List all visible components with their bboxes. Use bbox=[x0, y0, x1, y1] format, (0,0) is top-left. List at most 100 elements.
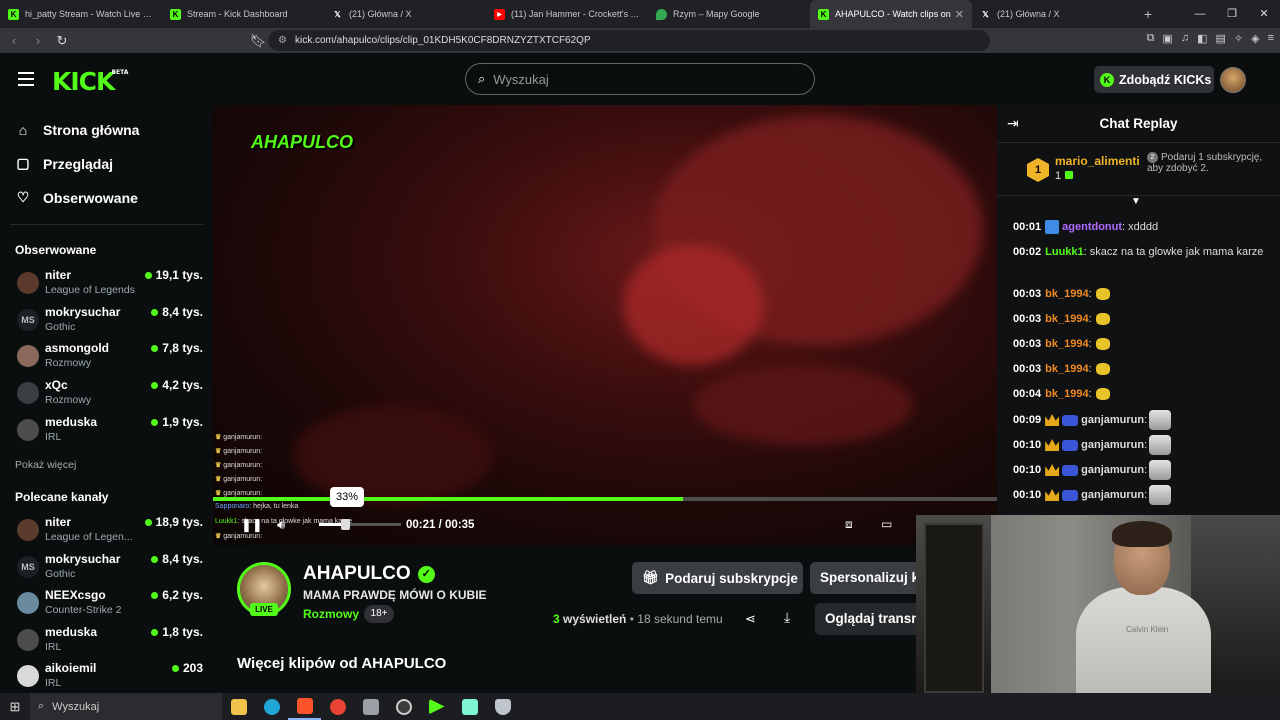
webcam-overlay: Calvin Klein bbox=[916, 515, 1280, 693]
viewer-count: 4,2 tys. bbox=[151, 378, 203, 392]
bookmark-icon[interactable]: 🔖︎ bbox=[248, 33, 268, 49]
followed-channel[interactable]: niter League of Legends 19,1 tys. bbox=[15, 268, 203, 302]
browser-tab[interactable]: Khi_patty Stream - Watch Live on Kick bbox=[0, 0, 162, 28]
browser-tab[interactable]: ▶(11) Jan Hammer - Crockett's Theme bbox=[486, 0, 648, 28]
site-header: KICK BETA ⌕ Wyszukaj K Zdobądź KICKs bbox=[0, 53, 1280, 105]
file-explorer-icon[interactable] bbox=[222, 693, 255, 720]
get-kicks-button[interactable]: K Zdobądź KICKs bbox=[1094, 66, 1214, 93]
followed-channel[interactable]: MS mokrysuchar Gothic 8,4 tys. bbox=[15, 305, 203, 339]
forward-icon[interactable]: › bbox=[28, 33, 48, 48]
watch-stream-button[interactable]: Oglądaj transm bbox=[815, 603, 916, 635]
live-dot-icon bbox=[171, 664, 179, 672]
browser-tab[interactable]: 𝕏 (21) Główna / X bbox=[324, 0, 486, 28]
heart-icon: ♡ bbox=[16, 189, 30, 205]
personalize-button[interactable]: Spersonalizuj k bbox=[810, 562, 916, 594]
viewer-count: 18,9 tys. bbox=[144, 515, 203, 529]
site-info-icon[interactable]: ⚙ bbox=[278, 35, 287, 46]
user-avatar[interactable] bbox=[1220, 67, 1246, 93]
recommended-channel[interactable]: niter League of Legen... 18,9 tys. bbox=[15, 515, 203, 549]
clip-views: 3 wyświetleń • 18 sekund temu bbox=[553, 612, 723, 626]
category-link[interactable]: Rozmowy bbox=[303, 607, 359, 621]
overlay-chat-line: ♛ ganjamurun: bbox=[215, 533, 263, 540]
kick-favicon-icon: K bbox=[818, 8, 829, 20]
browser-tab[interactable]: Rzym – Mapy Google bbox=[648, 0, 810, 28]
search-input[interactable]: ⌕ Wyszukaj bbox=[465, 63, 815, 95]
video-player[interactable]: AHAPULCO ♛ ganjamurun: ♛ ganjamurun: ♛ g… bbox=[213, 105, 997, 545]
hamburger-menu-icon[interactable] bbox=[18, 72, 34, 90]
live-dot-icon bbox=[144, 518, 152, 526]
expand-chevron-icon[interactable]: ▼ bbox=[1131, 196, 1141, 207]
search-icon: ⌕ bbox=[38, 700, 45, 712]
nav-browse[interactable]: ▢ Przeglądaj bbox=[15, 155, 113, 172]
screenshot-icon[interactable]: ▣ bbox=[1162, 32, 1172, 45]
followed-channel[interactable]: meduska IRL 1,9 tys. bbox=[15, 415, 203, 449]
brave-icon[interactable] bbox=[288, 693, 321, 720]
shield-app-icon[interactable] bbox=[486, 693, 519, 720]
video-frame-detail bbox=[293, 405, 493, 505]
streamlabs-icon[interactable] bbox=[453, 693, 486, 720]
sidebar-icon[interactable]: ◧ bbox=[1197, 32, 1207, 45]
browser-tab-active[interactable]: K AHAPULCO - Watch clips on ✕ bbox=[810, 0, 972, 28]
volume-slider[interactable] bbox=[319, 523, 401, 526]
url-field[interactable]: ⚙ kick.com/ahapulco/clips/clip_01KDH5K0C… bbox=[268, 30, 990, 51]
subscriber-badge-icon bbox=[1062, 439, 1079, 451]
browser-toolbar: ⧉ ▣ ♫ ◧ ▤ ✧ ◈ ≡ bbox=[1147, 32, 1274, 45]
subscriber-badge-icon bbox=[1062, 414, 1079, 426]
volume-slider-handle[interactable] bbox=[341, 519, 350, 530]
more-clips-heading: Więcej klipów od AHAPULCO bbox=[237, 655, 447, 672]
followed-channel[interactable]: asmongold Rozmowy 7,8 tys. bbox=[15, 341, 203, 375]
music-icon[interactable]: ♫ bbox=[1181, 32, 1189, 45]
restore-icon[interactable]: ❐ bbox=[1216, 0, 1248, 28]
show-more-link[interactable]: Pokaż więcej bbox=[15, 459, 76, 471]
recommended-channel[interactable]: meduska IRL 1,8 tys. bbox=[15, 625, 203, 659]
crown-badge-icon bbox=[1045, 439, 1060, 451]
kick-app-icon[interactable] bbox=[420, 693, 453, 720]
volume-icon[interactable]: 🔊︎ bbox=[277, 517, 285, 533]
maps-favicon-icon bbox=[656, 8, 667, 20]
browser-tab[interactable]: 𝕏 (21) Główna / X bbox=[972, 0, 1134, 28]
leader-username[interactable]: mario_alimenti bbox=[1055, 154, 1140, 168]
stream-watermark: AHAPULCO bbox=[251, 132, 353, 152]
chrome-icon[interactable] bbox=[321, 693, 354, 720]
kick-logo[interactable]: KICK BETA bbox=[52, 67, 128, 96]
vpn-icon[interactable]: ◈ bbox=[1251, 32, 1259, 45]
wallet-icon[interactable]: ▤ bbox=[1215, 32, 1225, 45]
gift-subscription-button[interactable]: 🎁︎ Podaruj subskrypcje bbox=[632, 562, 803, 594]
viewer-count: 8,4 tys. bbox=[151, 305, 203, 319]
channel-name[interactable]: AHAPULCO ✓ bbox=[303, 563, 435, 585]
back-icon[interactable]: ‹ bbox=[4, 33, 24, 48]
menu-icon[interactable]: ≡ bbox=[1268, 32, 1274, 45]
nav-home[interactable]: ⌂ Strona główna bbox=[15, 122, 140, 138]
emote-icon bbox=[1095, 313, 1110, 326]
app-icon[interactable] bbox=[354, 693, 387, 720]
address-bar-row: ‹ › ↻ 🔖︎ ⚙ kick.com/ahapulco/clips/clip_… bbox=[0, 28, 1280, 53]
webcam-person: Calvin Klein bbox=[1066, 521, 1216, 693]
recommended-channel[interactable]: aikoiemil IRL 203 bbox=[15, 661, 203, 695]
followed-channel[interactable]: xQc Rozmowy 4,2 tys. bbox=[15, 378, 203, 412]
reload-icon[interactable]: ↻ bbox=[52, 33, 72, 49]
recommended-channel[interactable]: NEEXcsgo Counter-Strike 2 6,2 tys. bbox=[15, 588, 203, 622]
chat-header: ⇥ Chat Replay bbox=[997, 105, 1280, 143]
edge-icon[interactable] bbox=[255, 693, 288, 720]
extensions-icon[interactable]: ⧉ bbox=[1147, 32, 1155, 45]
recommended-channel[interactable]: MS mokrysuchar Gothic 8,4 tys. bbox=[15, 552, 203, 586]
browser-tab[interactable]: K Stream - Kick Dashboard bbox=[162, 0, 324, 28]
obs-icon[interactable] bbox=[387, 693, 420, 720]
windows-start-icon[interactable]: ⊞ bbox=[0, 699, 30, 715]
pause-button[interactable]: ❚❚ bbox=[241, 517, 263, 533]
picture-in-picture-icon[interactable]: ⧈ bbox=[845, 517, 853, 532]
kick-favicon-icon: K bbox=[170, 8, 181, 20]
close-window-icon[interactable]: ✕ bbox=[1248, 0, 1280, 28]
gift-prompt[interactable]: 2 Podaruj 1 subskrypcję, aby zdobyć 2. bbox=[1147, 152, 1267, 174]
nav-following[interactable]: ♡ Obserwowane bbox=[15, 189, 138, 206]
taskbar-search[interactable]: ⌕ Wyszukaj bbox=[30, 693, 222, 720]
theater-mode-icon[interactable]: ▭ bbox=[881, 517, 892, 531]
share-icon[interactable]: ⋖ bbox=[745, 611, 756, 627]
leo-icon[interactable]: ✧ bbox=[1234, 32, 1243, 45]
download-icon[interactable]: ⤓ bbox=[784, 609, 790, 626]
chat-message: 00:03 bk_1994: bbox=[1013, 286, 1268, 302]
close-tab-icon[interactable]: ✕ bbox=[955, 8, 964, 21]
minimize-icon[interactable]: — bbox=[1184, 0, 1216, 28]
new-tab-button[interactable]: + bbox=[1134, 6, 1162, 22]
volume-tooltip: 33% bbox=[330, 487, 364, 507]
